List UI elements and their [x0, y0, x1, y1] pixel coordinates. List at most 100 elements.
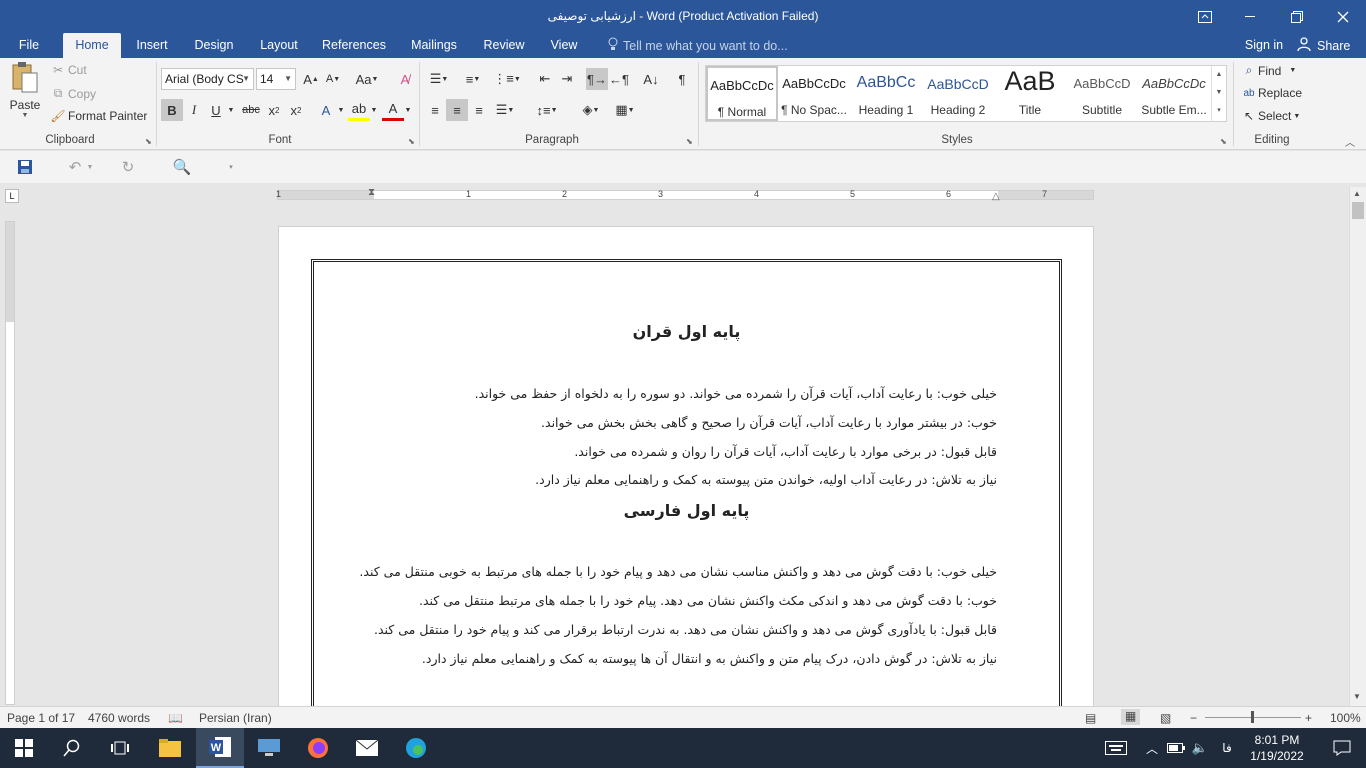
word-count[interactable]: 4760 words [88, 711, 150, 725]
save-icon[interactable] [14, 157, 36, 177]
style-title[interactable]: AaB Title [994, 66, 1066, 121]
right-to-left-icon[interactable]: ←¶ [608, 68, 630, 90]
font-dialog-launcher-icon[interactable]: ⬊ [408, 137, 415, 146]
zoom-in-icon[interactable]: + [1305, 711, 1312, 725]
styles-dialog-launcher-icon[interactable]: ⬊ [1220, 137, 1227, 146]
paste-button[interactable]: Paste ▼ [6, 61, 44, 125]
strikethrough-button[interactable]: abc [240, 99, 262, 121]
font-size-combo[interactable]: 14 ▼ [256, 68, 296, 90]
italic-button[interactable]: I [183, 99, 205, 121]
page-count[interactable]: Page 1 of 17 [7, 711, 75, 725]
sort-icon[interactable]: A↓ [640, 68, 662, 90]
style-heading-1[interactable]: AaBbCc Heading 1 [850, 66, 922, 121]
left-to-right-icon[interactable]: ¶→ [586, 68, 608, 90]
print-preview-icon[interactable]: 🔍 [171, 157, 193, 177]
font-name-combo[interactable]: Arial (Body CS ▼ [161, 68, 254, 90]
ribbon-display-options-icon[interactable] [1182, 0, 1228, 33]
style-normal[interactable]: AaBbCcDc ¶ Normal [706, 66, 778, 121]
underline-button[interactable]: U [205, 99, 227, 121]
copy-button[interactable]: ⧉ Copy [50, 86, 96, 101]
bullets-icon[interactable]: ☰ ▼ [424, 68, 454, 90]
style-subtitle[interactable]: AaBbCcD Subtitle [1066, 66, 1138, 121]
document-page[interactable]: پایه اول قران خیلی خوب: با رعایت آداب، آ… [278, 226, 1094, 706]
chevron-down-icon[interactable]: ▼ [402, 99, 414, 121]
select-button[interactable]: ↖ Select ▼ [1240, 109, 1300, 123]
minimize-icon[interactable] [1228, 0, 1274, 33]
align-left-icon[interactable]: ≡ [424, 99, 446, 121]
numbering-icon[interactable]: ≡ ▼ [458, 68, 488, 90]
notification-icon[interactable] [1318, 728, 1366, 768]
zoom-slider-thumb[interactable] [1251, 711, 1254, 723]
mail-icon[interactable] [343, 728, 391, 768]
gallery-more-icon[interactable]: ▾ [1212, 102, 1226, 120]
find-button[interactable]: ⌕ Find ▼ [1240, 63, 1297, 78]
subscript-button[interactable]: x2 [263, 99, 285, 121]
shrink-font-icon[interactable]: A ▼ [322, 68, 344, 90]
superscript-button[interactable]: x2 [285, 99, 307, 121]
windows-start-icon[interactable] [0, 728, 48, 768]
multilevel-list-icon[interactable]: ⋮≡ ▼ [492, 68, 522, 90]
tell-me-box[interactable]: Tell me what you want to do... [605, 33, 788, 58]
read-mode-icon[interactable]: ▤ [1085, 711, 1096, 725]
web-layout-icon[interactable]: ▧ [1160, 711, 1171, 725]
gallery-down-icon[interactable]: ▼ [1212, 84, 1226, 102]
tab-design[interactable]: Design [188, 33, 240, 58]
style-heading-2[interactable]: AaBbCcD Heading 2 [922, 66, 994, 121]
close-icon[interactable] [1320, 0, 1366, 33]
paragraph-dialog-launcher-icon[interactable]: ⬊ [686, 137, 693, 146]
file-explorer-icon[interactable] [146, 728, 194, 768]
line-spacing-icon[interactable]: ↕≡ ▼ [532, 99, 562, 121]
clipboard-dialog-launcher-icon[interactable]: ⬊ [145, 137, 152, 146]
borders-icon[interactable]: ▦ ▼ [610, 99, 640, 121]
computer-app-icon[interactable] [245, 728, 293, 768]
undo-icon[interactable]: ↶ [64, 157, 86, 177]
battery-icon[interactable] [1164, 728, 1188, 768]
gallery-up-icon[interactable]: ▲ [1212, 66, 1226, 84]
clear-formatting-icon[interactable]: A̸ [394, 68, 416, 90]
proofing-icon[interactable]: 📖 [168, 711, 183, 725]
tab-file[interactable]: File [10, 33, 48, 58]
tab-home[interactable]: Home [63, 33, 121, 58]
zoom-out-icon[interactable]: − [1190, 711, 1197, 725]
underline-dropdown-icon[interactable]: ▼ [225, 99, 237, 121]
zoom-slider[interactable] [1205, 711, 1301, 723]
tab-review[interactable]: Review [478, 33, 530, 58]
bold-button[interactable]: B [161, 99, 183, 121]
tab-selector-icon[interactable]: L [5, 189, 19, 203]
tab-references[interactable]: References [318, 33, 390, 58]
shading-icon[interactable]: ◈ ▼ [576, 99, 606, 121]
keyboard-icon[interactable] [1094, 728, 1138, 768]
scroll-down-icon[interactable]: ▼ [1353, 692, 1361, 701]
chevron-down-icon[interactable]: ▼ [335, 99, 347, 121]
tab-mailings[interactable]: Mailings [403, 33, 465, 58]
style-subtle-emphasis[interactable]: AaBbCcDc Subtle Em... [1138, 66, 1210, 121]
show-hidden-icons-icon[interactable]: ︿ [1140, 728, 1164, 768]
tab-view[interactable]: View [543, 33, 585, 58]
replace-button[interactable]: ab Replace [1240, 86, 1302, 100]
increase-indent-icon[interactable]: ⇥ [556, 68, 578, 90]
align-right-icon[interactable]: ≡ [468, 99, 490, 121]
highlight-color-icon[interactable]: ab [348, 99, 370, 121]
search-icon[interactable] [48, 728, 96, 768]
tab-layout[interactable]: Layout [253, 33, 305, 58]
task-view-icon[interactable] [96, 728, 144, 768]
align-center-icon[interactable]: ≡ [446, 99, 468, 121]
firefox-icon[interactable] [294, 728, 342, 768]
decrease-indent-icon[interactable]: ⇤ [534, 68, 556, 90]
show-hide-marks-icon[interactable]: ¶ [671, 68, 693, 90]
scroll-thumb[interactable] [1352, 202, 1364, 219]
horizontal-ruler[interactable]: 1 1 2 3 4 5 6 7 ⧗ △ [276, 187, 1094, 202]
change-case-icon[interactable]: Aa ▼ [352, 68, 382, 90]
left-indent-marker-icon[interactable]: ⧗ [368, 187, 375, 198]
right-indent-marker-icon[interactable]: △ [992, 191, 1000, 202]
restore-icon[interactable] [1274, 0, 1320, 33]
input-language[interactable]: فا [1212, 728, 1242, 768]
edge-icon[interactable] [392, 728, 440, 768]
zoom-level[interactable]: 100% [1330, 711, 1361, 725]
paste-dropdown-icon[interactable]: ▼ [22, 112, 29, 119]
share-button[interactable]: Share [1297, 33, 1350, 58]
word-app-icon[interactable]: W [196, 728, 244, 768]
vertical-scrollbar[interactable]: ▲ ▼ [1349, 187, 1366, 706]
format-painter-button[interactable]: 🖌 Format Painter [50, 109, 147, 123]
justify-icon[interactable]: ☰ ▼ [490, 99, 520, 121]
